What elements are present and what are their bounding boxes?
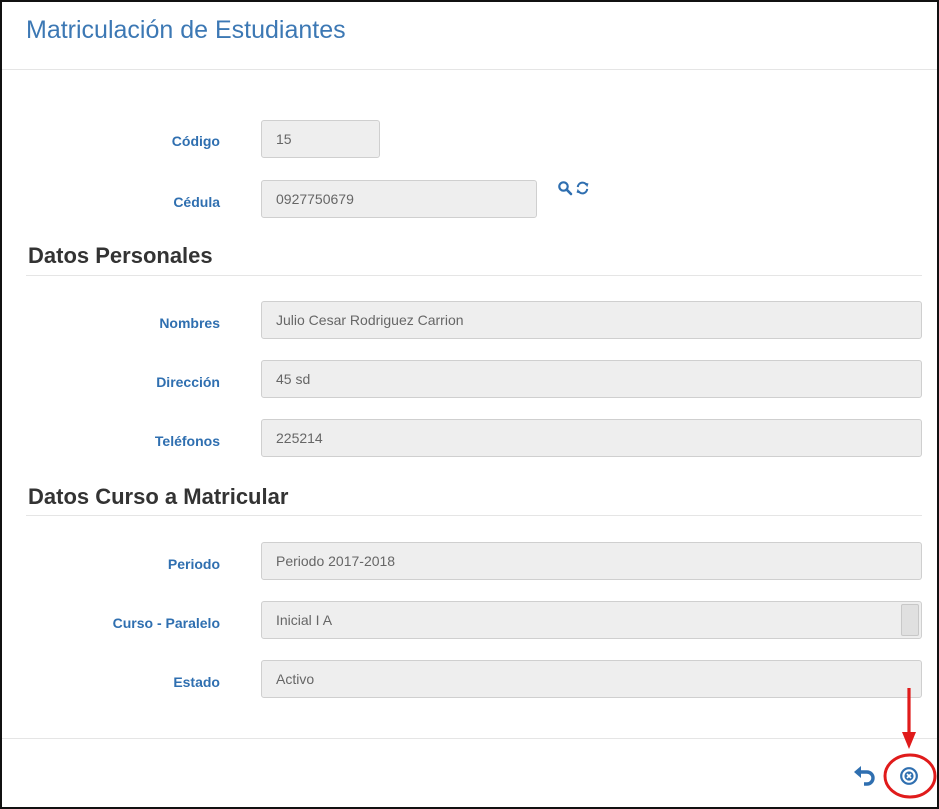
nombres-label: Nombres — [159, 315, 220, 331]
page-title: Matriculación de Estudiantes — [26, 16, 346, 44]
periodo-label: Periodo — [167, 556, 220, 572]
section-divider — [26, 275, 922, 276]
search-icon[interactable] — [557, 180, 573, 196]
section-datos-personales: Datos Personales — [28, 243, 213, 268]
cedula-label: Cédula — [173, 194, 220, 210]
nombres-field[interactable]: Julio Cesar Rodriguez Carrion — [261, 301, 922, 339]
estado-label: Estado — [173, 674, 220, 690]
refresh-icon[interactable] — [575, 180, 590, 196]
cedula-field[interactable]: 0927750679 — [261, 180, 537, 218]
curso-paralelo-label: Curso - Paralelo — [112, 615, 220, 631]
close-circle-icon[interactable] — [899, 766, 919, 786]
curso-paralelo-select[interactable]: Inicial I A — [261, 601, 922, 639]
periodo-field[interactable]: Periodo 2017-2018 — [261, 542, 922, 580]
footer-divider — [2, 738, 937, 739]
curso-paralelo-value: Inicial I A — [276, 612, 333, 628]
undo-icon[interactable] — [853, 764, 877, 786]
section-datos-curso: Datos Curso a Matricular — [28, 484, 289, 509]
codigo-field[interactable]: 15 — [261, 120, 380, 158]
title-divider — [2, 69, 937, 70]
codigo-label: Código — [171, 133, 220, 149]
telefonos-label: Teléfonos — [154, 433, 220, 449]
estado-field[interactable]: Activo — [261, 660, 922, 698]
select-scroll-handle[interactable] — [901, 604, 919, 636]
dialog-window: Matriculación de Estudiantes Código 15 C… — [0, 0, 939, 809]
direccion-label: Dirección — [156, 374, 220, 390]
section-divider — [26, 515, 922, 516]
direccion-field[interactable]: 45 sd — [261, 360, 922, 398]
telefonos-field[interactable]: 225214 — [261, 419, 922, 457]
